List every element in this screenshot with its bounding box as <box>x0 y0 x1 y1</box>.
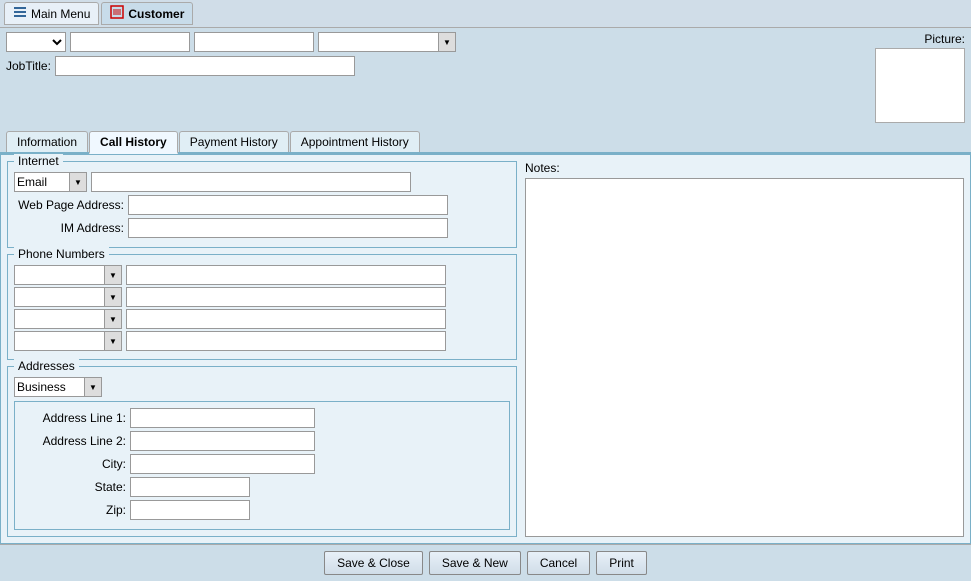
phone-number-2[interactable] <box>126 287 446 307</box>
phone-type-input-1[interactable] <box>14 265 104 285</box>
field2-combo: ▼ <box>318 32 456 52</box>
im-row: IM Address: <box>14 218 510 238</box>
tab-information[interactable]: Information <box>6 131 88 152</box>
save-new-button[interactable]: Save & New <box>429 551 521 575</box>
email-input[interactable] <box>91 172 411 192</box>
phone-number-3[interactable] <box>126 309 446 329</box>
save-close-button[interactable]: Save & Close <box>324 551 423 575</box>
jobtitle-input[interactable] <box>55 56 355 76</box>
addr-city-row: City: <box>21 454 503 474</box>
email-type-input[interactable] <box>14 172 69 192</box>
addr-city-input[interactable] <box>130 454 315 474</box>
addr-zip-input[interactable] <box>130 500 250 520</box>
addr-state-label: State: <box>21 480 126 494</box>
phone-dropdown-btn-3[interactable]: ▼ <box>104 309 122 329</box>
tab-payment-history[interactable]: Payment History <box>179 131 289 152</box>
phone-dropdown-btn-4[interactable]: ▼ <box>104 331 122 351</box>
phone-type-input-2[interactable] <box>14 287 104 307</box>
customer-label: Customer <box>128 7 184 21</box>
address-type-input[interactable] <box>14 377 84 397</box>
top-form: ▼ JobTitle: Picture: <box>0 28 971 127</box>
main-menu-label: Main Menu <box>31 7 90 21</box>
top-field-3[interactable] <box>318 32 438 52</box>
email-dropdown-btn[interactable]: ▼ <box>69 172 87 192</box>
tab-call-history[interactable]: Call History <box>89 131 178 154</box>
form-right: Notes: <box>525 161 964 537</box>
phone-dropdown-btn-2[interactable]: ▼ <box>104 287 122 307</box>
phone-section: Phone Numbers ▼ ▼ <box>7 254 517 360</box>
phone-row-3: ▼ <box>14 309 510 329</box>
picture-label: Picture: <box>924 32 965 46</box>
email-row: ▼ <box>14 172 510 192</box>
phone-row-1: ▼ <box>14 265 510 285</box>
dropdown2-btn[interactable]: ▼ <box>438 32 456 52</box>
cancel-button[interactable]: Cancel <box>527 551 590 575</box>
webpage-label: Web Page Address: <box>14 198 124 212</box>
phone-row-2: ▼ <box>14 287 510 307</box>
title-bar: Main Menu Customer <box>0 0 971 28</box>
jobtitle-label: JobTitle: <box>6 59 51 73</box>
menu-icon <box>13 5 27 22</box>
tab-appointment-history[interactable]: Appointment History <box>290 131 420 152</box>
addr-state-row: State: <box>21 477 503 497</box>
addr-line2-label: Address Line 2: <box>21 434 126 448</box>
phone-type-4: ▼ <box>14 331 122 351</box>
top-form-left: ▼ JobTitle: <box>6 32 861 76</box>
addr-zip-label: Zip: <box>21 503 126 517</box>
address-type-row: ▼ <box>14 377 510 397</box>
dropdown1[interactable] <box>6 32 66 52</box>
top-field-1[interactable] <box>70 32 190 52</box>
addr-line1-label: Address Line 1: <box>21 411 126 425</box>
notes-label: Notes: <box>525 161 964 175</box>
phone-type-3: ▼ <box>14 309 122 329</box>
addr-line2-input[interactable] <box>130 431 315 451</box>
print-button[interactable]: Print <box>596 551 647 575</box>
webpage-row: Web Page Address: <box>14 195 510 215</box>
addr-line1-input[interactable] <box>130 408 315 428</box>
tabs-row: Information Call History Payment History… <box>0 127 971 154</box>
addr-city-label: City: <box>21 457 126 471</box>
picture-box <box>875 48 965 123</box>
addr-zip-row: Zip: <box>21 500 503 520</box>
addresses-section: Addresses ▼ Address Line 1: Address Line… <box>7 366 517 537</box>
address-type-btn[interactable]: ▼ <box>84 377 102 397</box>
tab-main-menu[interactable]: Main Menu <box>4 2 99 25</box>
phone-row-4: ▼ <box>14 331 510 351</box>
customer-icon <box>110 5 124 22</box>
top-row-1: ▼ <box>6 32 861 52</box>
phone-section-title: Phone Numbers <box>14 247 109 261</box>
phone-type-1: ▼ <box>14 265 122 285</box>
jobtitle-row: JobTitle: <box>6 56 861 76</box>
phone-number-1[interactable] <box>126 265 446 285</box>
address-box: Address Line 1: Address Line 2: City: St… <box>14 401 510 530</box>
addr-state-input[interactable] <box>130 477 250 497</box>
address-type-combo: ▼ <box>14 377 102 397</box>
webpage-input[interactable] <box>128 195 448 215</box>
top-field-2[interactable] <box>194 32 314 52</box>
field1-combo <box>6 32 66 52</box>
im-label: IM Address: <box>14 221 124 235</box>
addresses-section-title: Addresses <box>14 359 79 373</box>
email-combo: ▼ <box>14 172 87 192</box>
phone-dropdown-btn-1[interactable]: ▼ <box>104 265 122 285</box>
tab-customer[interactable]: Customer <box>101 2 193 25</box>
phone-type-2: ▼ <box>14 287 122 307</box>
top-form-right: Picture: <box>865 32 965 123</box>
phone-number-4[interactable] <box>126 331 446 351</box>
addr-line2-row: Address Line 2: <box>21 431 503 451</box>
internet-section-title: Internet <box>14 154 63 168</box>
internet-section: Internet ▼ Web Page Address: IM Address: <box>7 161 517 248</box>
form-left: Internet ▼ Web Page Address: IM Address: <box>7 161 517 537</box>
bottom-bar: Save & Close Save & New Cancel Print <box>0 544 971 581</box>
phone-type-input-4[interactable] <box>14 331 104 351</box>
phone-type-input-3[interactable] <box>14 309 104 329</box>
notes-textarea[interactable] <box>525 178 964 537</box>
addr-line1-row: Address Line 1: <box>21 408 503 428</box>
form-body: Internet ▼ Web Page Address: IM Address: <box>0 154 971 544</box>
im-input[interactable] <box>128 218 448 238</box>
